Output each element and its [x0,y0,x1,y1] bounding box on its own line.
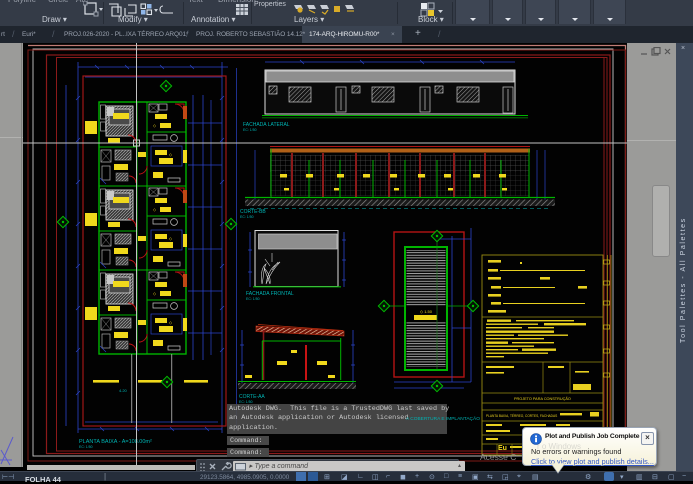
svg-text:EC: 1/50: EC: 1/50 [243,128,257,132]
svg-text:Eu: Eu [498,445,507,452]
svg-text:PROJETO PARA CONSTRUÇÃO: PROJETO PARA CONSTRUÇÃO [514,396,571,401]
svg-text:EC: 1/50: EC: 1/50 [246,297,260,301]
svg-text:EC: 1/50: EC: 1/50 [79,445,93,449]
svg-text:◇ 1.50: ◇ 1.50 [420,309,433,314]
svg-text:EC: 1/50: EC: 1/50 [240,215,254,219]
svg-text:4.20: 4.20 [119,388,128,393]
svg-text:PLANTA BAIXA, TÉRREO, CORTES,: PLANTA BAIXA, TÉRREO, CORTES, FACHADAS [486,413,557,418]
